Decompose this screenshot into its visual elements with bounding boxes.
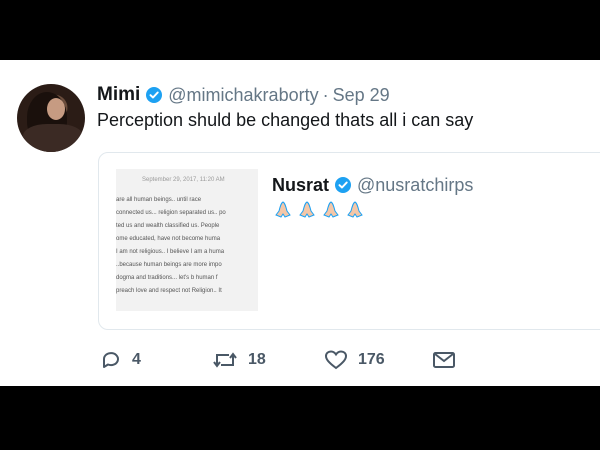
envelope-icon[interactable] bbox=[432, 349, 456, 371]
letterbox-top bbox=[0, 0, 600, 60]
author-name[interactable]: Mimi bbox=[97, 84, 140, 106]
tweet-text: Perception shuld be changed thats all i … bbox=[97, 110, 474, 130]
image-line: ..because human beings are more impo bbox=[116, 262, 222, 268]
folded-hands-icon bbox=[347, 201, 363, 218]
folded-hands-icon bbox=[323, 201, 339, 218]
folded-hands-icon bbox=[275, 201, 291, 218]
image-line: ome educated, have not become huma bbox=[116, 236, 221, 242]
folded-hands-emojis bbox=[273, 200, 365, 218]
image-line: are all human beings.. until race bbox=[116, 197, 202, 203]
retweet-count: 18 bbox=[248, 351, 266, 368]
retweet-icon[interactable] bbox=[212, 349, 238, 371]
image-line: preach love and respect not Religion.. I… bbox=[116, 288, 222, 294]
verified-badge-icon bbox=[146, 87, 163, 103]
image-timestamp: September 29, 2017, 11:20 AM bbox=[142, 177, 225, 183]
separator-dot: · bbox=[322, 84, 329, 105]
image-line: ted us and wealth classified us. People bbox=[116, 223, 220, 229]
quoted-author-handle[interactable]: @nusratchirps bbox=[357, 175, 473, 196]
reply-action[interactable]: 4 bbox=[100, 348, 141, 372]
folded-hands-icon bbox=[299, 201, 315, 218]
image-line: dogma and traditions... let's b human f bbox=[116, 275, 218, 281]
verified-badge-icon bbox=[335, 177, 352, 193]
quoted-author-name[interactable]: Nusrat bbox=[272, 175, 329, 196]
heart-icon[interactable] bbox=[324, 349, 348, 371]
letterbox-bottom bbox=[0, 386, 600, 450]
tweet-header: Mimi @mimichakraborty · Sep 29 bbox=[97, 82, 390, 108]
quoted-header: Nusrat @nusratchirps bbox=[272, 174, 473, 196]
quoted-image[interactable]: September 29, 2017, 11:20 AM are all hum… bbox=[116, 169, 258, 311]
like-count: 176 bbox=[358, 351, 385, 368]
avatar[interactable] bbox=[17, 84, 85, 152]
reply-icon[interactable] bbox=[100, 349, 122, 371]
message-action[interactable] bbox=[432, 348, 456, 372]
reply-count: 4 bbox=[132, 351, 141, 368]
like-action[interactable]: 176 bbox=[324, 348, 385, 372]
author-handle[interactable]: @mimichakraborty bbox=[168, 85, 318, 106]
tweet-date[interactable]: Sep 29 bbox=[333, 85, 390, 106]
retweet-action[interactable]: 18 bbox=[212, 348, 266, 372]
image-line: I am not religious.. I believe I am a hu… bbox=[116, 249, 225, 255]
image-line: connected us... religion separated us.. … bbox=[116, 210, 226, 216]
